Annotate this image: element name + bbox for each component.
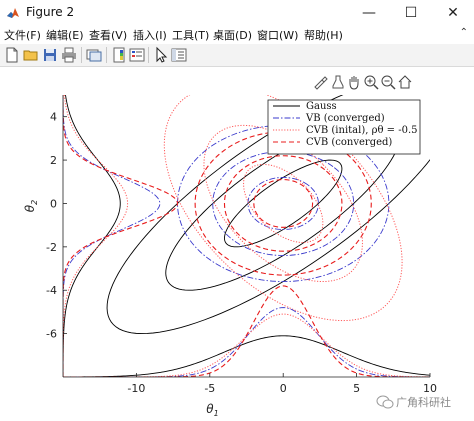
- menu-tools[interactable]: 工具(T): [172, 27, 209, 43]
- contour-cvb-converged-1: [253, 179, 314, 228]
- x-tick-label: 0: [280, 382, 287, 395]
- new-figure-icon[interactable]: [3, 46, 21, 64]
- legend[interactable]: GaussVB (converged)CVB (inital), ρθ = -0…: [267, 99, 421, 155]
- close-icon: ✕: [447, 5, 459, 21]
- save-icon[interactable]: [41, 46, 59, 64]
- menu-help[interactable]: 帮助(H): [304, 27, 343, 43]
- watermark: 广角科研社: [376, 393, 472, 411]
- colorbar-icon[interactable]: [110, 46, 128, 64]
- marginal-y-cvb-inital-0-5: [63, 95, 129, 377]
- pointer-icon[interactable]: [152, 46, 170, 64]
- watermark-text: 广角科研社: [396, 396, 451, 409]
- title-bar[interactable]: Figure 2 — ☐ ✕: [0, 0, 474, 26]
- y-axis-label-group: θ2: [23, 200, 39, 212]
- toolbar-separator: [106, 47, 107, 63]
- contour-vb-converged-2: [212, 150, 355, 256]
- menu-insert[interactable]: 插入(I): [133, 27, 167, 43]
- maximize-button[interactable]: ☐: [390, 0, 432, 26]
- legend-entry: CVB (converged): [306, 137, 392, 148]
- open-file-icon[interactable]: [22, 46, 40, 64]
- menu-desktop[interactable]: 桌面(D): [213, 27, 252, 43]
- menu-view[interactable]: 查看(V): [89, 27, 127, 43]
- legend-icon[interactable]: [128, 46, 146, 64]
- y-tick-label: 0: [50, 197, 57, 210]
- legend-entry: VB (converged): [305, 113, 385, 124]
- legend-entry: Gauss: [306, 101, 337, 112]
- marginal-x-cvb-inital-0-5: [63, 313, 430, 377]
- plot-area[interactable]: -10 -5 0 5 10-6-4-2024θ1θ2 GaussVB (converge…: [0, 67, 474, 421]
- marginal-y-cvb-converged: [63, 95, 179, 377]
- menu-file[interactable]: 文件(F): [4, 27, 41, 43]
- legend-entry: CVB (inital), ρθ = -0.5: [306, 125, 418, 136]
- property-inspector-icon[interactable]: [170, 46, 188, 64]
- menu-bar: 文件(F) 编辑(E) 查看(V) 插入(I) 工具(T) 桌面(D) 窗口(W…: [0, 26, 474, 44]
- marginal-y-gauss: [63, 95, 121, 377]
- menu-edit[interactable]: 编辑(E): [46, 27, 84, 43]
- x-tick-label: 5: [353, 382, 360, 395]
- marginal-x-cvb-converged: [63, 285, 430, 377]
- menu-window[interactable]: 窗口(W): [257, 27, 298, 43]
- y-tick-label: 4: [50, 111, 57, 124]
- wechat-icon: [376, 395, 394, 409]
- x-axis-label: θ1: [206, 402, 218, 418]
- x-tick-label: -5: [204, 382, 215, 395]
- figure-toolbar: [0, 44, 474, 67]
- y-tick-label: -2: [46, 241, 57, 254]
- chevron-up-icon[interactable]: ⌃: [460, 27, 468, 38]
- toolbar-separator: [81, 47, 82, 63]
- close-button[interactable]: ✕: [432, 0, 474, 26]
- marginal-x-gauss: [63, 335, 430, 377]
- y-tick-label: -4: [46, 284, 57, 297]
- toolbar-separator: [148, 47, 149, 63]
- x-tick-label: -10: [127, 382, 145, 395]
- print-icon[interactable]: [60, 46, 78, 64]
- y-tick-label: 2: [50, 154, 57, 167]
- matlab-logo-icon: [6, 6, 20, 20]
- y-tick-label: -6: [46, 328, 57, 341]
- figure-canvas: -10 -5 0 5 10 -6 -4 -2 0 2 4 θ1 θ2 Gauss VB (converge…: [0, 67, 474, 421]
- x-axis-label-subscript: 1: [214, 409, 219, 418]
- maximize-icon: ☐: [404, 5, 418, 21]
- marginal-x-vb-converged: [63, 307, 430, 377]
- contour-gauss-1: [224, 159, 343, 248]
- figure-window: Figure 2 — ☐ ✕ 文件(F) 编辑(E) 查看(V) 插入(I) 工…: [0, 0, 474, 421]
- minimize-button[interactable]: —: [348, 0, 390, 26]
- y-axis-label: θ2: [23, 200, 39, 212]
- contour-cvb-inital-0-5-1: [243, 163, 324, 244]
- y-axis-label-subscript: 2: [30, 200, 39, 205]
- minimize-icon: —: [362, 5, 376, 21]
- window-title: Figure 2: [26, 5, 75, 19]
- link-icon[interactable]: [85, 46, 103, 64]
- contour-vb-converged-1: [247, 176, 319, 230]
